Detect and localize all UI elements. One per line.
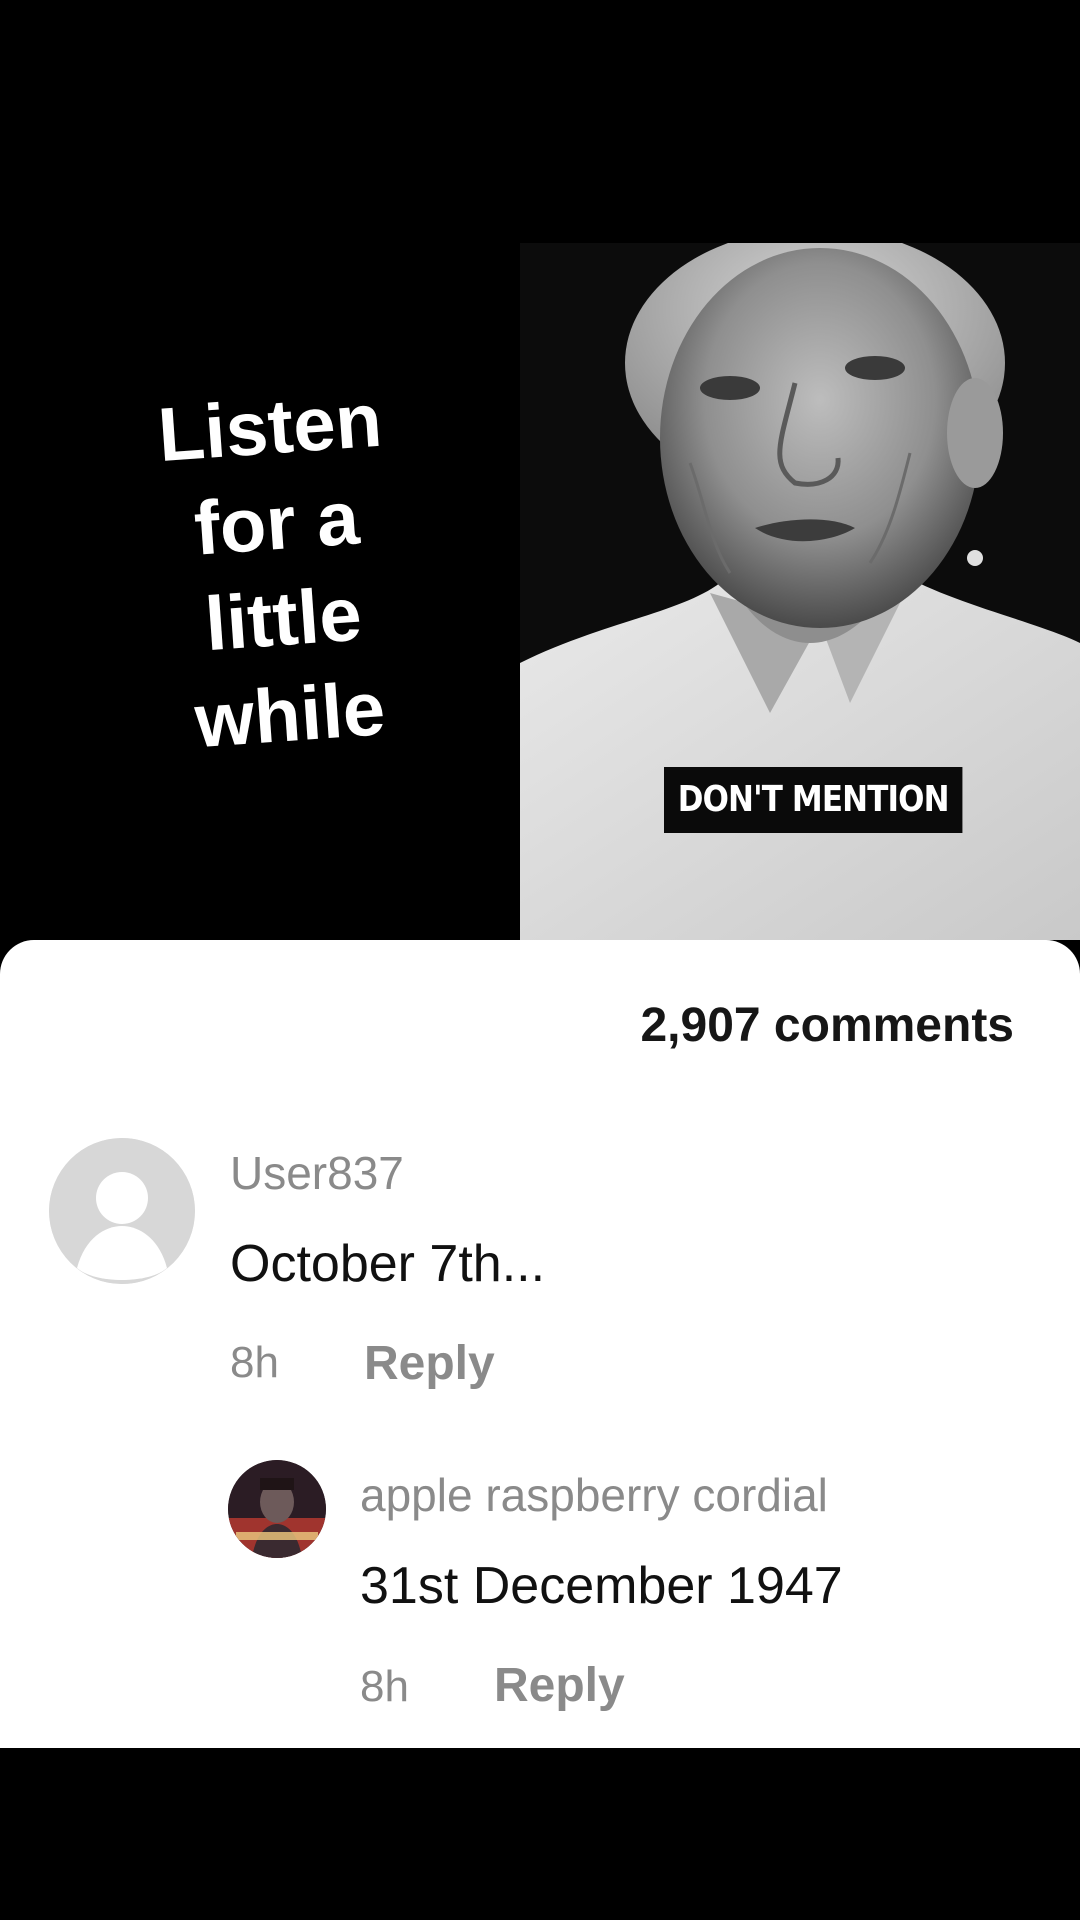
- profile-photo[interactable]: [228, 1460, 326, 1558]
- reply-username[interactable]: apple raspberry cordial: [360, 1468, 828, 1522]
- screen: Listen for a little while DON'T MENTION …: [0, 0, 1080, 1920]
- bottom-black-bar: [0, 1748, 1080, 1920]
- video-player[interactable]: Listen for a little while DON'T MENTION: [0, 0, 1080, 940]
- video-caption-overlay: Listen for a little while: [97, 369, 463, 776]
- video-frame-image: [520, 243, 1080, 940]
- reply-item: apple raspberry cordial 31st December 19…: [0, 940, 1080, 1712]
- reply-button[interactable]: Reply: [494, 1658, 625, 1713]
- reply-text: 31st December 1947: [360, 1557, 843, 1615]
- portrait-image: [520, 243, 1080, 940]
- comments-sheet: 2,907 comments User837 October 7th... 8h…: [0, 940, 1080, 1748]
- reply-timestamp: 8h: [360, 1662, 409, 1711]
- video-subtitle: DON'T MENTION: [664, 767, 963, 833]
